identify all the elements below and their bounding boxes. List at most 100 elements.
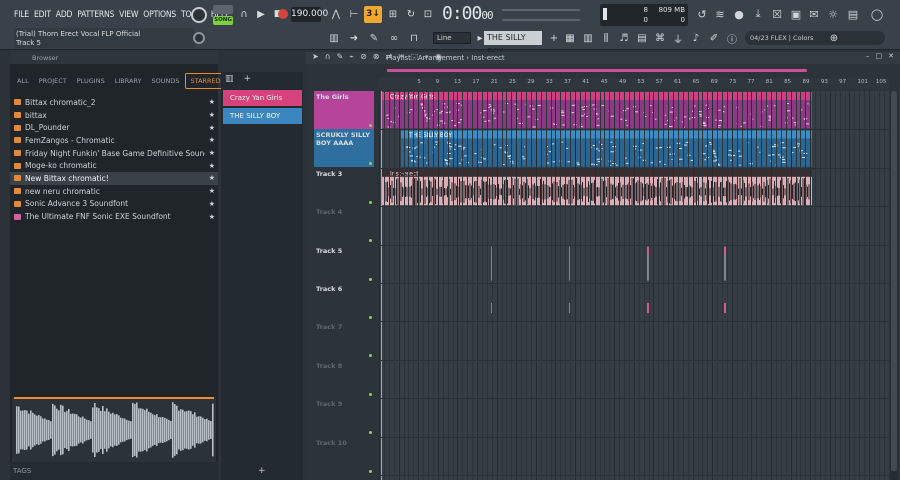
- panel-icon[interactable]: ▤: [845, 6, 861, 22]
- maximize-icon[interactable]: □: [876, 52, 883, 60]
- tab-plugins[interactable]: PLUGINS: [72, 74, 110, 88]
- chat-icon[interactable]: ✉: [806, 6, 822, 22]
- picker-add-icon[interactable]: +: [258, 466, 266, 476]
- add-pattern-icon[interactable]: +: [244, 74, 252, 84]
- picker-item-crazy-yan-girls[interactable]: Crazy Yan Girls: [223, 90, 302, 106]
- browser-item[interactable]: The Ultimate FNF Sonic EXE Soundfont ★: [10, 210, 218, 223]
- piano-icon[interactable]: ▥: [225, 74, 234, 84]
- delete-tool-icon[interactable]: ⊘: [360, 52, 367, 62]
- pencil-tool-icon[interactable]: ✎: [337, 52, 344, 62]
- cloud-icon[interactable]: ◯: [869, 6, 885, 22]
- time-scrubber[interactable]: [379, 67, 889, 77]
- piano-keys-icon[interactable]: ▥: [326, 30, 342, 46]
- mixer-icon[interactable]: ⫼: [598, 30, 614, 46]
- zoom-tool-icon[interactable]: ⌕: [424, 52, 428, 62]
- tempo-display[interactable]: 190.000: [291, 7, 328, 22]
- star-icon[interactable]: ★: [209, 187, 215, 195]
- unplug-icon[interactable]: ⏚: [670, 30, 686, 46]
- tab-sounds[interactable]: SOUNDS: [147, 74, 185, 88]
- star-icon[interactable]: ★: [209, 174, 215, 182]
- arrow-icon[interactable]: ➤: [312, 52, 319, 62]
- track-header[interactable]: Track 4: [314, 206, 374, 244]
- loop-region[interactable]: [387, 69, 807, 72]
- mute-tool-icon[interactable]: ⊗: [373, 52, 380, 62]
- track-header[interactable]: Track 7: [314, 321, 374, 359]
- automation-marker[interactable]: [724, 303, 726, 313]
- snap-select[interactable]: Line: [433, 32, 471, 44]
- pencil-icon[interactable]: ✎: [366, 30, 382, 46]
- song-mode[interactable]: SONG: [213, 16, 233, 25]
- track-active-led[interactable]: [369, 162, 372, 166]
- download-icon[interactable]: ⤓: [750, 6, 766, 22]
- plus-icon[interactable]: +: [546, 30, 562, 46]
- channel-rack-icon[interactable]: ▥: [580, 30, 596, 46]
- wait-icon[interactable]: ⊢: [346, 6, 362, 22]
- track-header[interactable]: Track 5: [314, 245, 374, 283]
- tab-project[interactable]: PROJECT: [34, 74, 72, 88]
- picker-item-the-silly-boy[interactable]: THE SILLY BOY: [223, 108, 302, 124]
- menu-edit[interactable]: EDIT: [34, 10, 51, 20]
- star-icon[interactable]: ★: [209, 136, 215, 144]
- scrollbar-thumb[interactable]: [891, 91, 897, 471]
- browser-item[interactable]: DL_Pounder ★: [10, 121, 218, 134]
- minimize-icon[interactable]: –: [866, 52, 870, 60]
- star-icon[interactable]: ★: [209, 124, 215, 132]
- undo-icon[interactable]: ↺: [694, 6, 710, 22]
- magnet-snap-icon[interactable]: ∩: [325, 52, 331, 62]
- track-header[interactable]: The Girls: [314, 91, 374, 129]
- record-icon-2[interactable]: ▣: [788, 6, 804, 22]
- track-active-led[interactable]: [369, 431, 372, 435]
- step-edit-icon[interactable]: ⊡: [420, 6, 436, 22]
- track-header[interactable]: Track 6: [314, 283, 374, 321]
- browser-item[interactable]: Moge-ko chromatic ★: [10, 159, 218, 172]
- pattern-selector[interactable]: THE SILLY BOY: [484, 31, 542, 56]
- star-icon[interactable]: ★: [209, 111, 215, 119]
- resource-monitor[interactable]: 8 0 809 MB 0: [600, 4, 688, 26]
- pattern-mode[interactable]: [213, 5, 233, 14]
- track-active-led[interactable]: [369, 277, 372, 281]
- play-button[interactable]: ▶: [253, 6, 269, 22]
- tab-library[interactable]: LIBRARY: [110, 74, 147, 88]
- master-volume-knob[interactable]: [191, 7, 207, 23]
- track-active-led[interactable]: [369, 354, 372, 358]
- close-icon[interactable]: ✕: [888, 52, 894, 60]
- magnet-icon[interactable]: ⊓: [406, 30, 422, 46]
- browser-item[interactable]: new neru chromatic ★: [10, 185, 218, 198]
- menu-file[interactable]: FILE: [14, 10, 29, 20]
- star-icon[interactable]: ★: [209, 149, 215, 157]
- menu-options[interactable]: OPTIONS: [143, 10, 176, 20]
- playlist-clip[interactable]: Crazy Yan Girls: [382, 92, 812, 129]
- browser-item[interactable]: Sonic Advance 3 Soundfont ★: [10, 198, 218, 211]
- track-active-led[interactable]: [369, 200, 372, 204]
- browser-item[interactable]: New Bittax chromatic! ★: [10, 172, 218, 185]
- playback-tool-icon[interactable]: ◉: [435, 52, 442, 62]
- menu-add[interactable]: ADD: [56, 10, 73, 20]
- track-header[interactable]: Track 10: [314, 437, 374, 475]
- record-button[interactable]: [272, 6, 288, 22]
- brush-icon[interactable]: ✐: [706, 30, 722, 46]
- loop-record-icon[interactable]: ↻: [403, 6, 419, 22]
- track-header[interactable]: Track 3: [314, 168, 374, 206]
- waveform-preview[interactable]: [12, 397, 216, 462]
- track-header[interactable]: Track 8: [314, 360, 374, 398]
- globe-icon[interactable]: ⊕: [826, 30, 842, 46]
- timeline-ruler[interactable]: 5 9 13 17 21 25 29 33 37 41 45 49 53 57 61 65 69 73 77 81 85…: [379, 78, 889, 90]
- pattern-song-toggle[interactable]: SONG: [213, 5, 233, 25]
- track-header[interactable]: SCRUKLY SILLY BOY AAAA: [314, 129, 374, 168]
- browser-header[interactable]: Browser: [10, 52, 218, 64]
- automation-marker[interactable]: [724, 246, 726, 255]
- microphone-icon[interactable]: ●: [731, 6, 747, 22]
- star-icon[interactable]: ★: [209, 162, 215, 170]
- slip-tool-icon[interactable]: ⇄: [386, 52, 393, 62]
- typing-keyboard-icon[interactable]: ⋀: [328, 6, 344, 22]
- track-active-led[interactable]: [369, 124, 372, 127]
- browser-item[interactable]: Friday Night Funkin' Base Game Definitiv…: [10, 147, 218, 160]
- arrangement-grid[interactable]: Crazy Yan Girls THE SILLY BOY Inst-erect: [379, 91, 889, 480]
- track-active-led[interactable]: [369, 469, 372, 473]
- star-icon[interactable]: ★: [209, 213, 215, 221]
- playlist-window-icon[interactable]: ▦: [562, 30, 578, 46]
- browser-item[interactable]: FemZangos - Chromatic ★: [10, 134, 218, 147]
- browser-item[interactable]: Bittax chromatic_2 ★: [10, 96, 218, 109]
- track-active-led[interactable]: [369, 392, 372, 396]
- link-icon[interactable]: ∞: [386, 30, 402, 46]
